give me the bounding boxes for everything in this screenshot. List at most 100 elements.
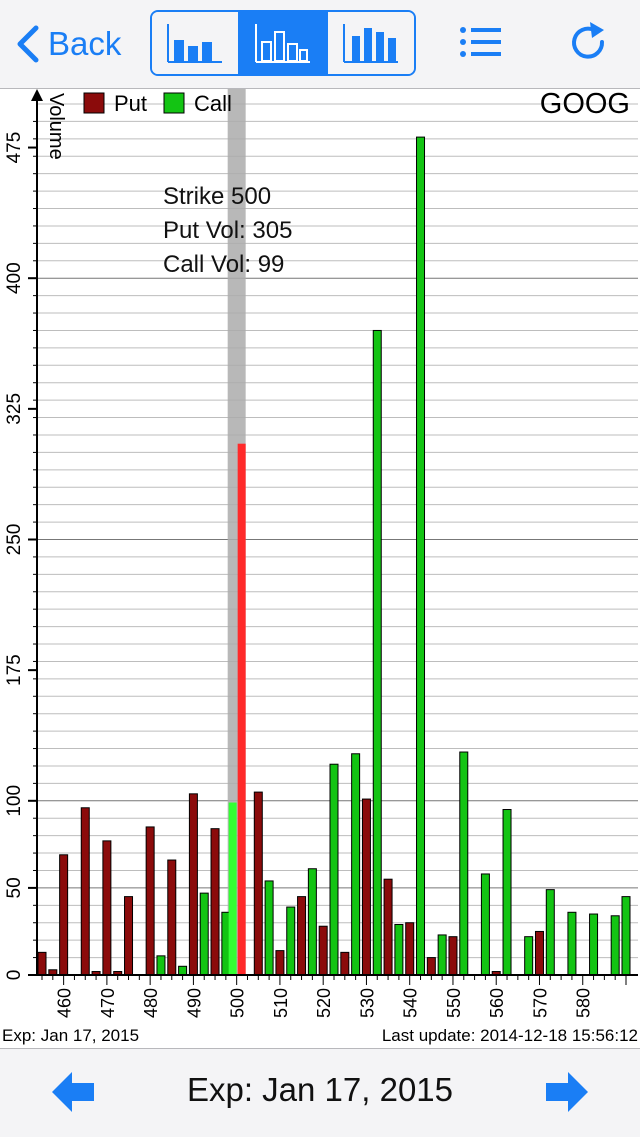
- bar-chart-view-2-button[interactable]: [240, 12, 328, 74]
- right-arrow-icon: [546, 1072, 588, 1112]
- put-bar[interactable]: [37, 951, 47, 976]
- tooltip-strike: Strike 500: [163, 183, 271, 210]
- legend-put-label: Put: [114, 91, 147, 116]
- expiration-label: Exp: Jan 17, 2015: [2, 1026, 140, 1045]
- x-tick-label: 560: [487, 988, 507, 1018]
- x-tick-label: 530: [357, 988, 377, 1018]
- y-axis-label: Volume: [45, 93, 67, 160]
- legend-put-swatch: [83, 92, 105, 114]
- back-label: Back: [48, 25, 122, 62]
- next-expiration-button[interactable]: [544, 1069, 590, 1120]
- x-tick-label: 500: [228, 988, 248, 1018]
- legend-call-label: Call: [194, 91, 232, 116]
- call-bar[interactable]: [502, 809, 512, 976]
- put-bar[interactable]: [318, 925, 328, 976]
- call-bar[interactable]: [459, 751, 469, 976]
- put-bar[interactable]: [210, 828, 220, 976]
- call-bar[interactable]: [621, 896, 631, 976]
- put-bar[interactable]: [297, 896, 307, 976]
- put-bar[interactable]: [167, 859, 177, 976]
- put-bar[interactable]: [340, 951, 350, 976]
- put-bar[interactable]: [405, 922, 415, 976]
- list-icon: [460, 27, 501, 57]
- put-bar[interactable]: [145, 826, 155, 976]
- put-bar[interactable]: [534, 930, 544, 976]
- x-tick-label: 460: [55, 988, 75, 1018]
- strike-tooltip: Strike 500 Put Vol: 305 Call Vol: 99: [163, 183, 292, 278]
- put-bar-selected[interactable]: [237, 443, 246, 975]
- call-bar[interactable]: [264, 880, 274, 976]
- list-button[interactable]: [458, 24, 504, 65]
- chevron-left-icon: [17, 25, 39, 63]
- y-axis-arrow: [31, 89, 43, 101]
- call-bar[interactable]: [545, 889, 555, 976]
- bottom-toolbar: Exp: Jan 17, 2015: [0, 1048, 640, 1137]
- call-bar[interactable]: [524, 936, 534, 976]
- put-bar[interactable]: [188, 793, 198, 976]
- refresh-button[interactable]: [566, 20, 612, 71]
- put-bar[interactable]: [383, 878, 393, 976]
- refresh-icon: [572, 22, 605, 59]
- put-bar[interactable]: [80, 807, 90, 976]
- y-tick-label: 50: [4, 877, 25, 898]
- last-update-label: Last update: 2014-12-18 15:56:12: [381, 1026, 638, 1045]
- bar-chart-view-1-button[interactable]: [152, 12, 240, 74]
- chart-title: GOOG: [540, 89, 630, 120]
- volume-bar-chart[interactable]: 0 50 100 175 250 325 400 475 460 470 480 490 500 510…: [0, 89, 640, 1025]
- x-tick-label: 550: [444, 988, 464, 1018]
- y-tick-label: 325: [4, 393, 25, 425]
- put-bar[interactable]: [124, 896, 134, 976]
- call-bar[interactable]: [589, 913, 599, 976]
- put-bar[interactable]: [361, 798, 371, 976]
- x-tick-label: 490: [184, 988, 204, 1018]
- y-tick-label: 400: [4, 262, 25, 294]
- tooltip-call-vol: Call Vol: 99: [163, 251, 284, 278]
- chart-footer: Exp: Jan 17, 2015 Last update: 2014-12-1…: [0, 1026, 640, 1048]
- call-bar[interactable]: [351, 753, 361, 976]
- x-tick-label: 470: [98, 988, 118, 1018]
- x-tick-label: 580: [574, 988, 594, 1018]
- call-bar[interactable]: [394, 923, 404, 976]
- put-bar[interactable]: [426, 957, 436, 976]
- legend-call-swatch: [163, 92, 185, 114]
- call-bar[interactable]: [567, 911, 577, 976]
- x-tick-labels: 460 470 480 490 500 510 520 530 540 550 560 570 580: [55, 988, 594, 1018]
- put-bar[interactable]: [275, 950, 285, 976]
- put-bar[interactable]: [253, 791, 263, 976]
- x-tick-label: 540: [401, 988, 421, 1018]
- grouped-bar-chart-icon: [167, 24, 222, 63]
- tooltip-put-vol: Put Vol: 305: [163, 217, 292, 244]
- y-tick-label: 250: [4, 524, 25, 556]
- call-bar[interactable]: [437, 934, 447, 976]
- put-bar[interactable]: [102, 840, 112, 976]
- y-tick-label: 175: [4, 654, 25, 686]
- put-bar[interactable]: [59, 854, 69, 976]
- call-bar[interactable]: [178, 965, 188, 976]
- call-bar[interactable]: [610, 915, 620, 976]
- call-bar[interactable]: [221, 911, 231, 976]
- call-bar[interactable]: [307, 868, 317, 976]
- call-bar[interactable]: [199, 892, 209, 976]
- back-button[interactable]: Back: [14, 22, 121, 66]
- top-toolbar: Back: [0, 0, 640, 89]
- call-bar[interactable]: [329, 763, 339, 976]
- x-tick-label: 480: [141, 988, 161, 1018]
- call-bar[interactable]: [286, 906, 296, 976]
- x-tick-label: 570: [530, 988, 550, 1018]
- put-bar[interactable]: [448, 936, 458, 976]
- chart-view-segmented-control: [150, 10, 416, 76]
- call-bar[interactable]: [156, 955, 166, 976]
- call-bar[interactable]: [372, 329, 382, 976]
- y-tick-label: 100: [4, 785, 25, 817]
- stacked-bar-chart-icon: [343, 24, 398, 63]
- call-bar-selected[interactable]: [228, 802, 237, 975]
- y-tick-labels: 0 50 100 175 250 325 400 475: [4, 132, 25, 981]
- bar-chart-view-3-button[interactable]: [328, 12, 414, 74]
- call-bar[interactable]: [416, 136, 426, 976]
- x-tick-label: 510: [271, 988, 291, 1018]
- y-tick-label: 475: [4, 132, 25, 164]
- call-bar[interactable]: [480, 873, 490, 976]
- y-tick-label: 0: [4, 970, 25, 981]
- chart-bars: [37, 136, 631, 976]
- x-tick-label: 520: [314, 988, 334, 1018]
